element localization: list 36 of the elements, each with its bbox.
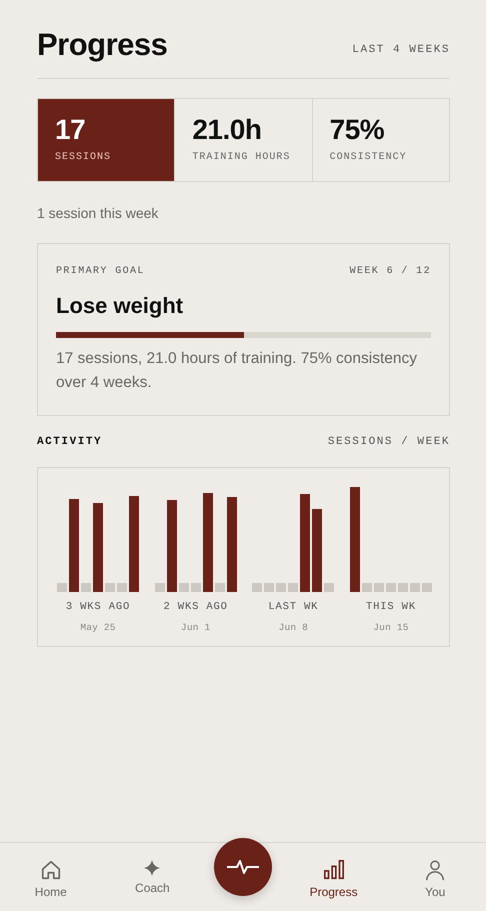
week-counter: WEEK 6 / 12 [350,264,431,280]
week-date: Jun 15 [373,621,409,636]
date-range: LAST 4 WEEKS [352,42,450,58]
week-note: 1 session this week [37,204,160,224]
goal-summary: 17 sessions, 21.0 hours of training. 75% consistency over 4 weeks. [56,349,418,394]
stat-value: 17 [55,116,86,144]
person-icon [424,859,446,881]
home-icon [40,859,62,881]
week-label: 2 WKS AGO [164,600,228,615]
chart-unit: SESSIONS / WEEK [328,435,450,450]
bar-chart-icon [322,859,345,881]
nav-tab[interactable]: Progress [294,859,374,901]
week-date: May 25 [80,621,116,636]
week-label: THIS WK [366,600,416,615]
pulse-icon [226,857,260,877]
stat-tile[interactable]: 21.0h TRAINING HOURS [174,99,312,182]
stat-value: 21.0h [192,116,262,144]
nav-tab[interactable]: Coach [112,859,192,897]
sparkle-icon [143,859,162,877]
stat-label: CONSISTENCY [330,151,408,166]
stat-label: SESSIONS [55,151,112,166]
goal-label: PRIMARY GOAL [56,265,145,280]
stat-tile[interactable]: 17 SESSIONS [38,99,174,182]
week-date: Jun 8 [278,621,308,636]
nav-tab[interactable]: Home [10,859,91,901]
goal-title: Lose weight [56,292,184,320]
stat-label: TRAINING HOURS [192,151,292,166]
stat-tile[interactable]: 75% CONSISTENCY [312,99,449,182]
week-label: 3 WKS AGO [66,600,130,615]
week-date: Jun 1 [180,621,210,636]
section-title: ACTIVITY [37,435,102,450]
pulse-button[interactable] [214,838,272,896]
stat-value: 75% [330,116,386,144]
nav-tab[interactable]: You [395,859,476,901]
page-title: Progress [37,28,168,62]
week-label: LAST WK [268,600,318,615]
